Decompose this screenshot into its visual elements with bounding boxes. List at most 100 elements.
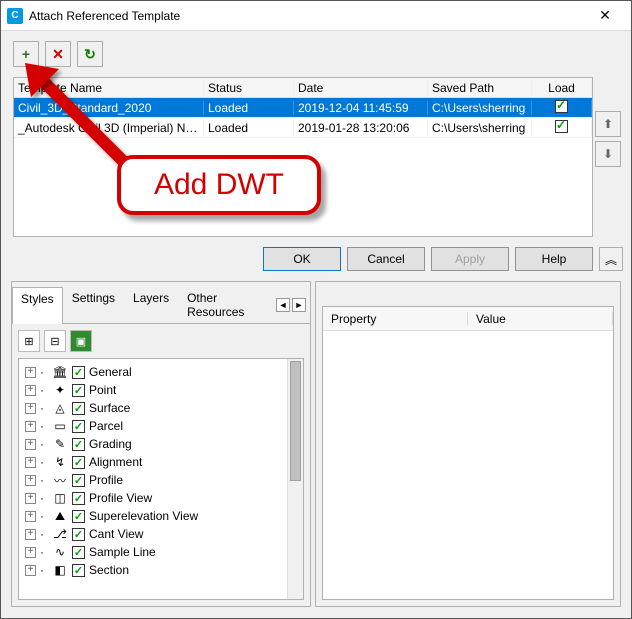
tree-item[interactable]: +·⛰✓Superelevation View xyxy=(21,507,301,525)
col-header-status[interactable]: Status xyxy=(204,81,294,95)
remove-template-button[interactable]: ✕ xyxy=(45,41,71,67)
expand-icon[interactable]: + xyxy=(25,457,36,468)
tab-scroll-left-icon[interactable]: ◄ xyxy=(276,298,290,312)
col-header-load[interactable]: Load xyxy=(532,81,592,95)
tree-connector: · xyxy=(40,401,48,415)
col-header-date[interactable]: Date xyxy=(294,81,428,95)
tree-checkbox-icon[interactable]: ✓ xyxy=(72,474,85,487)
expand-icon[interactable]: + xyxy=(25,529,36,540)
tree-item[interactable]: +·⎇✓Cant View xyxy=(21,525,301,543)
table-row[interactable]: Civil_3D_Standard_2020Loaded2019-12-04 1… xyxy=(14,98,592,118)
expand-icon[interactable]: + xyxy=(25,511,36,522)
tree-label: Superelevation View xyxy=(89,509,198,523)
tree-checkbox-icon[interactable]: ✓ xyxy=(72,456,85,469)
reorder-buttons: ⬆ ⬇ xyxy=(595,111,621,167)
tree-item[interactable]: +·◬✓Surface xyxy=(21,399,301,417)
property-grid: Property Value xyxy=(322,306,614,600)
tree-item[interactable]: +·∿✓Sample Line xyxy=(21,543,301,561)
tree-checkall-button[interactable]: ▣ xyxy=(70,330,92,352)
tree-item[interactable]: +·〰✓Profile xyxy=(21,471,301,489)
tab-other[interactable]: Other Resources xyxy=(178,286,276,323)
expand-icon[interactable]: + xyxy=(25,547,36,558)
tree-connector: · xyxy=(40,473,48,487)
help-button[interactable]: Help xyxy=(515,247,593,271)
callout-annotation: Add DWT xyxy=(117,155,321,215)
load-checkbox-icon[interactable] xyxy=(555,120,568,133)
tree-checkbox-icon[interactable]: ✓ xyxy=(72,528,85,541)
cell-date: 2019-12-04 11:45:59 xyxy=(294,101,428,115)
tree-label: Profile View xyxy=(89,491,152,505)
tree-connector: · xyxy=(40,437,48,451)
tree-connector: · xyxy=(40,455,48,469)
dialog-buttons: OK Cancel Apply Help ︽ xyxy=(1,241,631,281)
tree-label: Profile xyxy=(89,473,123,487)
tree-checkbox-icon[interactable]: ✓ xyxy=(72,402,85,415)
tab-scroll-right-icon[interactable]: ► xyxy=(292,298,306,312)
expand-icon[interactable]: + xyxy=(25,475,36,486)
tree-item[interactable]: + · ◫ ✓ Profile View xyxy=(21,489,301,507)
tree-item[interactable]: +·✦✓Point xyxy=(21,381,301,399)
tree-checkbox-icon[interactable]: ✓ xyxy=(72,420,85,433)
tree-checkbox-icon[interactable]: ✓ xyxy=(72,546,85,559)
category-icon: ✦ xyxy=(52,382,68,398)
cell-name: Civil_3D_Standard_2020 xyxy=(14,101,204,115)
callout-text: Add DWT xyxy=(154,168,284,202)
tree-expand-button[interactable]: ⊞ xyxy=(18,330,40,352)
tree-label: Grading xyxy=(89,437,132,451)
tree-checkbox-icon[interactable]: ✓ xyxy=(72,492,85,505)
tree-checkbox-icon[interactable]: ✓ xyxy=(72,384,85,397)
cell-path: C:\Users\sherring xyxy=(428,101,532,115)
move-up-button[interactable]: ⬆ xyxy=(595,111,621,137)
cell-load[interactable] xyxy=(532,120,592,136)
apply-button[interactable]: Apply xyxy=(431,247,509,271)
tree-checkbox-icon[interactable]: ✓ xyxy=(72,510,85,523)
tree-item[interactable]: +·◧✓Section xyxy=(21,561,301,579)
tab-settings[interactable]: Settings xyxy=(63,286,124,323)
tree-item[interactable]: +·🏛✓General xyxy=(21,363,301,381)
col-header-path[interactable]: Saved Path xyxy=(428,81,532,95)
table-row[interactable]: _Autodesk Civil 3D (Imperial) NCSLoaded2… xyxy=(14,118,592,138)
tree-label: Sample Line xyxy=(89,545,156,559)
close-icon[interactable]: ✕ xyxy=(585,2,625,30)
tree-item[interactable]: +·▭✓Parcel xyxy=(21,417,301,435)
ok-button[interactable]: OK xyxy=(263,247,341,271)
cancel-button[interactable]: Cancel xyxy=(347,247,425,271)
tree-connector: · xyxy=(40,365,48,379)
tree-checkbox-icon[interactable]: ✓ xyxy=(72,366,85,379)
expand-icon[interactable]: + xyxy=(25,421,36,432)
tree-scrollbar[interactable] xyxy=(287,359,303,599)
expand-icon[interactable]: + xyxy=(25,493,36,504)
load-checkbox-icon[interactable] xyxy=(555,100,568,113)
move-down-button[interactable]: ⬇ xyxy=(595,141,621,167)
property-panel: Property Value xyxy=(315,281,621,607)
refresh-button[interactable]: ↻ xyxy=(77,41,103,67)
add-template-button[interactable]: + xyxy=(13,41,39,67)
expand-icon[interactable]: + xyxy=(25,385,36,396)
style-tree[interactable]: +·🏛✓General+·✦✓Point+·◬✓Surface+·▭✓Parce… xyxy=(18,358,304,600)
tab-styles[interactable]: Styles xyxy=(12,287,63,324)
cell-name: _Autodesk Civil 3D (Imperial) NCS xyxy=(14,121,204,135)
cell-load[interactable] xyxy=(532,100,592,116)
tree-collapse-button[interactable]: ⊟ xyxy=(44,330,66,352)
tree-label: Alignment xyxy=(89,455,142,469)
tree-item[interactable]: +·✎✓Grading xyxy=(21,435,301,453)
category-icon: ▭ xyxy=(52,418,68,434)
col-header-name[interactable]: Template Name xyxy=(14,81,204,95)
expand-icon[interactable]: + xyxy=(25,565,36,576)
tree-item[interactable]: +·↯✓Alignment xyxy=(21,453,301,471)
tree-checkbox-icon[interactable]: ✓ xyxy=(72,438,85,451)
template-toolbar: + ✕ ↻ xyxy=(1,31,631,73)
expand-icon[interactable]: + xyxy=(25,403,36,414)
prop-header-property[interactable]: Property xyxy=(323,312,468,326)
tree-connector: · xyxy=(40,527,48,541)
category-icon: ◬ xyxy=(52,400,68,416)
category-icon: ◫ xyxy=(52,490,68,506)
expand-icon[interactable]: + xyxy=(25,439,36,450)
prop-header-value[interactable]: Value xyxy=(468,312,613,326)
expand-icon[interactable]: + xyxy=(25,367,36,378)
tree-connector: · xyxy=(40,491,48,505)
window-title: Attach Referenced Template xyxy=(29,9,585,23)
tree-checkbox-icon[interactable]: ✓ xyxy=(72,564,85,577)
collapse-button[interactable]: ︽ xyxy=(599,247,623,271)
tab-layers[interactable]: Layers xyxy=(124,286,178,323)
